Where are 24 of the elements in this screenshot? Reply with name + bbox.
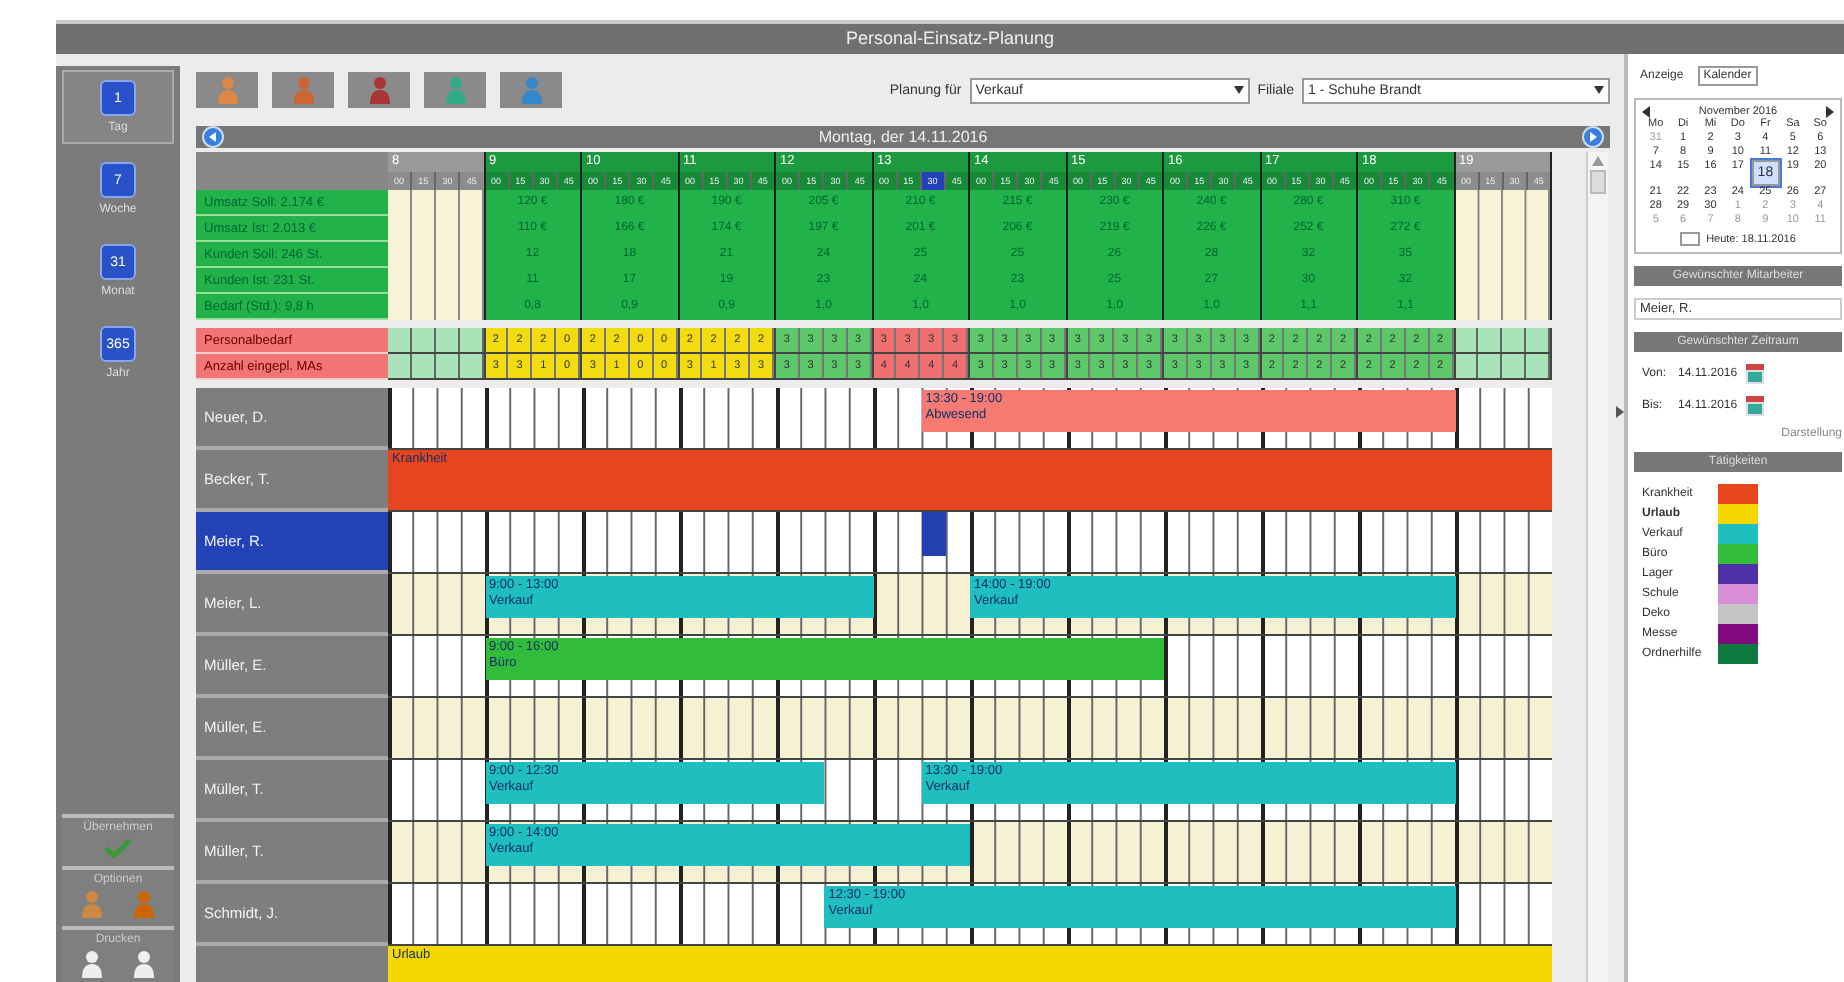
previous-day-icon[interactable] (202, 126, 224, 148)
person-icon (132, 950, 156, 978)
caret-icon[interactable] (1233, 86, 1244, 94)
previous-month-icon[interactable] (1642, 106, 1650, 118)
today-box (1680, 232, 1701, 246)
calendar-icon[interactable] (1745, 396, 1764, 416)
person-icon (80, 890, 104, 918)
check-icon (104, 838, 132, 858)
scrollbar[interactable] (1586, 152, 1608, 982)
person-icon (367, 76, 391, 104)
person-icon (291, 76, 315, 104)
caret-icon[interactable] (1594, 86, 1604, 94)
person-icon (80, 950, 104, 978)
window-title: Personal-Einsatz-Planung (56, 24, 1844, 54)
person-icon (132, 890, 156, 918)
calendar-icon[interactable] (1745, 364, 1764, 384)
next-day-icon[interactable] (1582, 126, 1604, 148)
scroll-thumb[interactable] (1590, 170, 1606, 194)
date-title: Montag, der 14.11.2016 (816, 128, 990, 146)
scroll-up-icon[interactable] (1592, 156, 1604, 166)
person-icon (215, 76, 239, 104)
person-icon (519, 76, 543, 104)
person-icon (443, 76, 467, 104)
next-month-icon[interactable] (1825, 106, 1834, 118)
